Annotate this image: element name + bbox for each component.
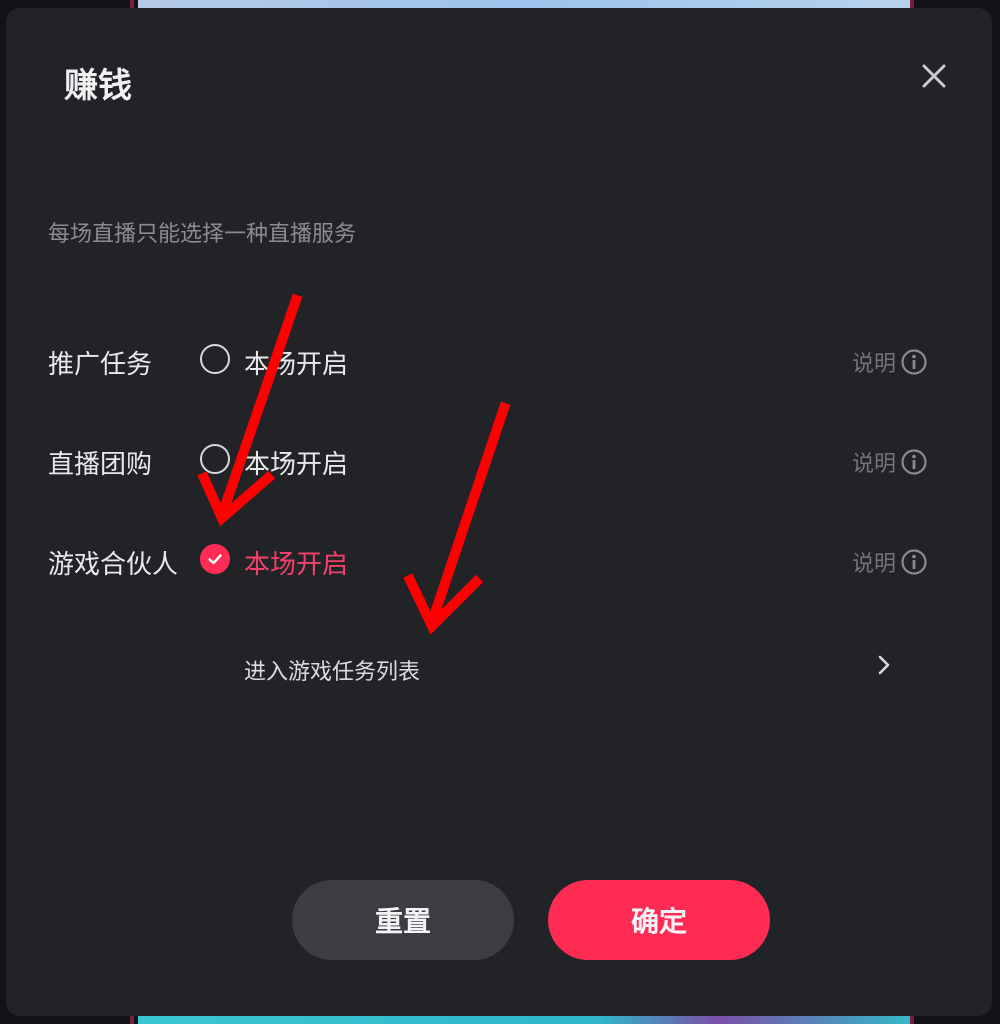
option-row-promotion: 推广任务 本场开启 说明 xyxy=(48,336,928,386)
info-label: 说明 xyxy=(851,452,896,477)
info-label: 说明 xyxy=(851,552,896,577)
radio-group-buy[interactable] xyxy=(200,444,230,474)
option-row-group-buy: 直播团购 本场开启 说明 xyxy=(48,436,928,486)
info-link-promotion[interactable]: 说明 xyxy=(852,346,928,378)
option-label: 直播团购 xyxy=(48,450,153,480)
info-link-game-partner[interactable]: 说明 xyxy=(852,546,928,578)
option-row-game-partner: 游戏合伙人 本场开启 说明 xyxy=(48,536,928,586)
radio-promotion[interactable] xyxy=(200,344,230,374)
radio-label[interactable]: 本场开启 xyxy=(244,344,348,381)
close-icon[interactable] xyxy=(916,58,952,94)
game-task-list-label: 进入游戏任务列表 xyxy=(244,660,421,685)
info-label: 说明 xyxy=(851,352,896,377)
check-icon xyxy=(208,554,222,565)
option-label: 推广任务 xyxy=(48,350,153,380)
confirm-button[interactable]: 确定 xyxy=(548,880,770,960)
info-circle-icon xyxy=(901,549,927,575)
close-button[interactable] xyxy=(916,58,952,94)
single-service-hint: 每场直播只能选择一种直播服务 xyxy=(48,222,357,247)
dialog-title: 赚钱 xyxy=(64,66,132,106)
radio-label[interactable]: 本场开启 xyxy=(244,544,348,581)
info-circle-icon xyxy=(901,349,927,375)
radio-label[interactable]: 本场开启 xyxy=(244,444,348,481)
earn-money-dialog: 赚钱 每场直播只能选择一种直播服务 推广任务 本场开启 说明 直播团购 本场开启… xyxy=(6,8,992,1016)
chevron-right-icon xyxy=(878,655,890,675)
info-circle-icon xyxy=(901,449,927,475)
reset-button[interactable]: 重置 xyxy=(292,880,514,960)
radio-game-partner[interactable] xyxy=(200,544,230,574)
info-link-group-buy[interactable]: 说明 xyxy=(852,446,928,478)
option-label: 游戏合伙人 xyxy=(48,550,179,580)
game-task-list-link[interactable]: 进入游戏任务列表 xyxy=(244,640,894,690)
